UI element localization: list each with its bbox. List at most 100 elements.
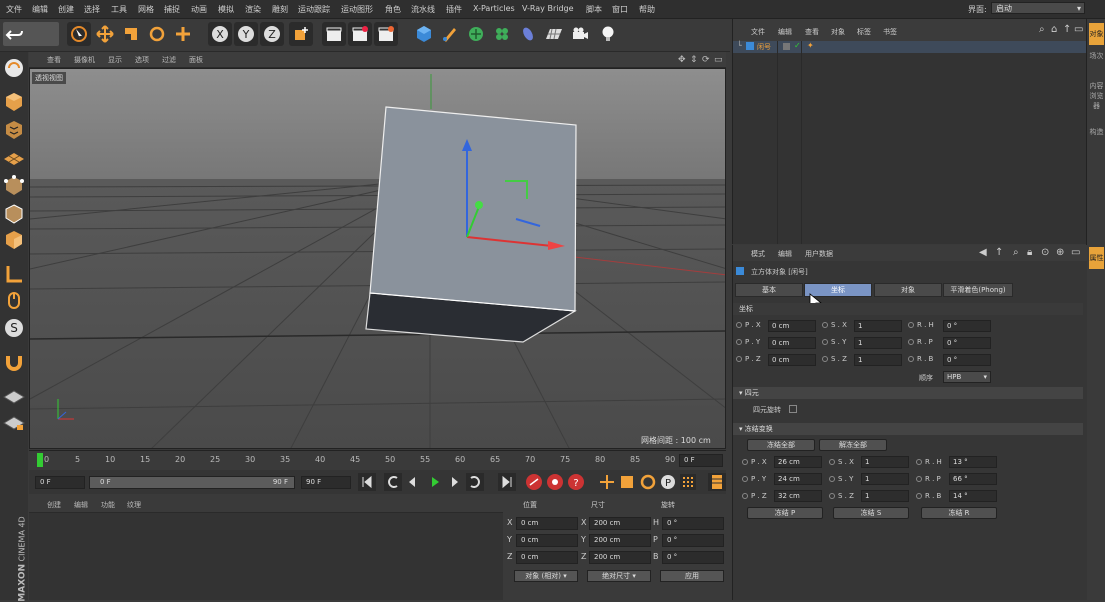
menu-mograph[interactable]: 运动图形 — [341, 4, 373, 15]
animate-radio[interactable] — [916, 476, 922, 482]
up-arrow-icon[interactable]: ↑ — [995, 247, 1003, 258]
freeze-rh-field[interactable]: 13 ° — [949, 456, 997, 468]
search-icon[interactable]: ⌕ — [1013, 247, 1019, 258]
viewport-maximize-icon[interactable]: ▭ — [714, 55, 723, 65]
tag-icon[interactable]: ✦ — [807, 41, 814, 50]
freeze-px-field[interactable]: 26 cm — [774, 456, 822, 468]
menu-help[interactable]: 帮助 — [639, 4, 655, 15]
range-slider[interactable]: 0 F 90 F — [89, 476, 295, 489]
freeze-p-button[interactable]: 冻结 P — [747, 507, 823, 519]
axis-mode-button[interactable] — [2, 262, 26, 286]
viewport-menu-camera[interactable]: 摄像机 — [74, 55, 95, 65]
pen-spline-button[interactable] — [438, 22, 462, 46]
animate-radio[interactable] — [829, 459, 835, 465]
key-scale-button[interactable] — [621, 476, 633, 488]
interface-select[interactable]: 启动 ▾ — [991, 2, 1085, 14]
order-select[interactable]: HPB ▾ — [943, 371, 991, 383]
tweak-mode-button[interactable] — [2, 288, 26, 312]
dock-tab-content-browser[interactable]: 内容浏览器 — [1089, 81, 1104, 111]
dock-tab-attributes[interactable]: 属性 — [1089, 247, 1104, 269]
lock-icon[interactable]: 🔒︎ — [1027, 247, 1032, 258]
menu-file[interactable]: 文件 — [6, 4, 22, 15]
animate-radio[interactable] — [736, 322, 742, 328]
record-position-button[interactable] — [526, 474, 542, 490]
animate-radio[interactable] — [908, 322, 914, 328]
section-quaternion[interactable]: ▾ 四元 — [733, 387, 1083, 399]
scale-button[interactable] — [119, 22, 143, 46]
menu-edit[interactable]: 编辑 — [32, 4, 48, 15]
subdivision-surface-button[interactable] — [464, 22, 488, 46]
model-mode-button[interactable] — [2, 90, 26, 114]
keyframe-help-button[interactable]: ? — [568, 474, 584, 490]
menu-snap[interactable]: 捕捉 — [164, 4, 180, 15]
back-arrow-icon[interactable]: ◀ — [979, 247, 987, 258]
position-y-field[interactable]: 0 cm — [516, 534, 578, 547]
coord-size-mode-select[interactable]: 绝对尺寸 ▾ — [587, 570, 651, 582]
param-rp-field[interactable]: 0 ° — [943, 337, 991, 349]
position-x-field[interactable]: 0 cm — [516, 517, 578, 530]
home-icon[interactable]: ⌂ — [1051, 24, 1057, 35]
viewport-move-icon[interactable]: ✥ — [678, 55, 686, 65]
dock-tab-takes[interactable]: 场次 — [1089, 51, 1104, 61]
size-y-field[interactable]: 200 cm — [589, 534, 651, 547]
menu-mesh[interactable]: 网格 — [138, 4, 154, 15]
object-menu-file[interactable]: 文件 — [751, 27, 765, 37]
viewport-menu-view[interactable]: 查看 — [47, 55, 61, 65]
viewport-menu-panel[interactable]: 面板 — [189, 55, 203, 65]
param-sy-field[interactable]: 1 — [854, 337, 902, 349]
tab-phong[interactable]: 平滑着色(Phong) — [943, 283, 1013, 297]
menu-window[interactable]: 窗口 — [612, 4, 628, 15]
search-icon[interactable]: ⌕ — [1039, 24, 1045, 35]
menu-animate[interactable]: 动画 — [191, 4, 207, 15]
rotation-b-field[interactable]: 0 ° — [662, 551, 724, 564]
animate-radio[interactable] — [736, 339, 742, 345]
floor-button[interactable] — [542, 22, 566, 46]
attribute-menu-userdata[interactable]: 用户数据 — [805, 249, 833, 259]
viewport-menu-options[interactable]: 选项 — [135, 55, 149, 65]
param-sx-field[interactable]: 1 — [854, 320, 902, 332]
previous-frame-button[interactable] — [409, 477, 415, 487]
previous-key-button[interactable] — [384, 473, 402, 491]
expand-icon[interactable]: ▭ — [1071, 247, 1080, 258]
animate-radio[interactable] — [742, 476, 748, 482]
workplane-mode-button[interactable] — [2, 145, 26, 169]
freeze-py-field[interactable]: 24 cm — [774, 473, 822, 485]
z-axis-lock-button[interactable]: Z — [260, 22, 284, 46]
menu-tools[interactable]: 工具 — [111, 4, 127, 15]
menu-script[interactable]: 脚本 — [586, 4, 602, 15]
deformer-button[interactable] — [516, 22, 540, 46]
rotation-h-field[interactable]: 0 ° — [662, 517, 724, 530]
freeze-sz-field[interactable]: 1 — [861, 490, 909, 502]
dock-tab-objects[interactable]: 对象 — [1089, 23, 1104, 45]
menu-create[interactable]: 创建 — [58, 4, 74, 15]
animate-radio[interactable] — [908, 356, 914, 362]
unfreeze-all-button[interactable]: 解冻全部 — [819, 439, 887, 451]
material-menu-texture[interactable]: 纹理 — [127, 500, 141, 510]
solo-button[interactable]: S — [2, 316, 26, 340]
start-frame-field[interactable]: 0 F — [35, 476, 85, 489]
animate-radio[interactable] — [916, 493, 922, 499]
new-window-icon[interactable]: ⊕ — [1056, 247, 1064, 258]
polygons-mode-button[interactable] — [2, 228, 26, 252]
go-to-end-button[interactable] — [498, 473, 516, 491]
key-param-button[interactable]: P — [661, 475, 675, 489]
playhead[interactable] — [37, 453, 43, 467]
quaternion-checkbox[interactable] — [789, 405, 797, 413]
tab-object[interactable]: 对象 — [874, 283, 942, 297]
x-axis-lock-button[interactable]: X — [208, 22, 232, 46]
rotation-p-field[interactable]: 0 ° — [662, 534, 724, 547]
undo-button[interactable] — [3, 22, 59, 46]
rotate-button[interactable] — [145, 22, 169, 46]
timeline-ruler[interactable]: 0 5 10 15 20 25 30 35 40 45 50 55 60 65 … — [29, 450, 726, 469]
light-button[interactable] — [596, 22, 620, 46]
object-row[interactable]: └ 闲号 ✓ ✦ — [733, 41, 1087, 53]
attribute-menu-mode[interactable]: 模式 — [751, 249, 765, 259]
object-menu-edit[interactable]: 编辑 — [778, 27, 792, 37]
animate-radio[interactable] — [829, 493, 835, 499]
object-menu-bookmarks[interactable]: 书签 — [883, 27, 897, 37]
history-icon[interactable]: ⊙ — [1041, 247, 1049, 258]
coordinate-system-button[interactable] — [289, 22, 313, 46]
material-menu-function[interactable]: 功能 — [101, 500, 115, 510]
edges-mode-button[interactable] — [2, 202, 26, 226]
key-pla-button[interactable] — [680, 474, 696, 490]
